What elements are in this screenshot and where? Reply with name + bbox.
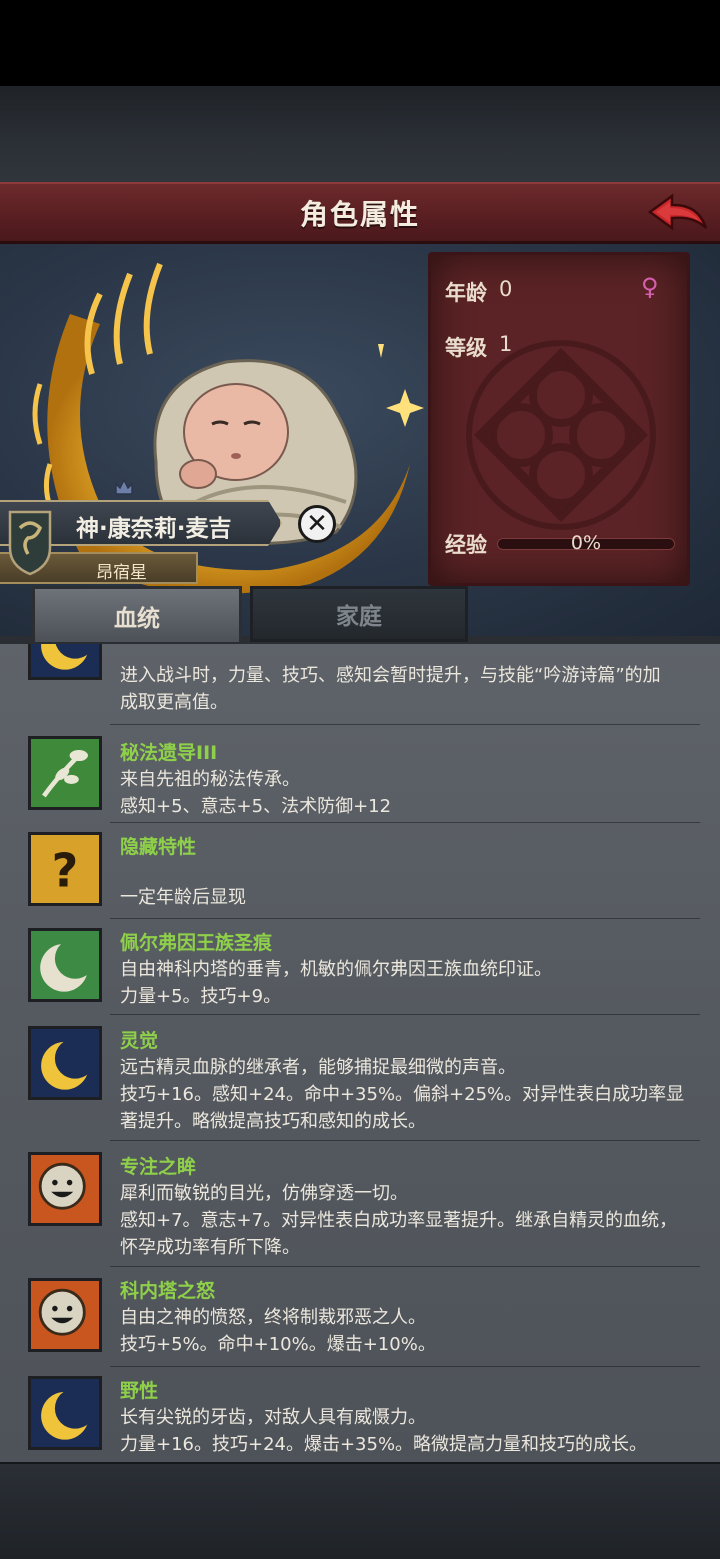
age-value: 0 (499, 277, 513, 301)
trait-desc: 长有尖锐的牙齿，对敌人具有威慑力。 (120, 1407, 426, 1428)
tab-bloodline-label: 血统 (114, 605, 160, 632)
branch-icon (28, 736, 102, 810)
moon-crest-icon (28, 644, 102, 680)
svg-text:?: ? (52, 843, 79, 897)
divider (110, 1140, 700, 1141)
page-title: 角色属性 (299, 197, 420, 231)
trait-desc: 自由神科内塔的垂青，机敏的佩尔弗因王族血统印证。 (120, 959, 552, 980)
trait-name: 科内塔之怒 (120, 1280, 216, 1302)
level-row: 等级 1 (445, 332, 512, 362)
trait-desc: 一定年龄后显现 (120, 887, 246, 908)
tab-family-label: 家庭 (336, 604, 382, 630)
trait-desc: 力量+5。技巧+9。 (120, 986, 282, 1007)
back-arrow-icon[interactable] (646, 190, 712, 238)
age-label: 年龄 (445, 281, 487, 305)
crescent-claw-icon (28, 928, 102, 1002)
trait-desc: 自由之神的愤怒，终将制裁邪恶之人。 (120, 1307, 426, 1328)
trait-desc: 成取更高值。 (120, 692, 228, 713)
sun-face-icon (28, 1152, 102, 1226)
age-row: 年龄 0 (445, 277, 512, 307)
crown-icon (115, 478, 133, 495)
dismiss-button[interactable]: ✕ (298, 505, 336, 543)
celtic-knot-icon (466, 340, 656, 530)
divider (110, 822, 700, 823)
trait-name: 灵觉 (120, 1030, 159, 1052)
trait-desc: 进入战斗时，力量、技巧、感知会暂时提升，与技能“吟游诗篇”的加 (120, 665, 661, 686)
divider (110, 1266, 700, 1267)
exp-bar: 0% (497, 532, 675, 554)
exp-row: 经验 0% (445, 529, 675, 559)
star-sign: 昂宿星 (96, 563, 147, 583)
status-bar-area (0, 0, 720, 86)
trait-desc: 著提升。略微提高技巧和感知的成长。 (120, 1111, 426, 1132)
stone-header-decoration (0, 86, 720, 184)
question-mark-icon: ? (28, 832, 102, 906)
trait-name: 野性 (120, 1380, 159, 1402)
sun-face-icon (28, 1278, 102, 1352)
trait-name: 专注之眸 (120, 1156, 197, 1178)
moon-crest-icon (28, 1026, 102, 1100)
trait-name: 隐藏特性 (120, 836, 197, 858)
trait-desc: 技巧+5%。命中+10%。爆击+10%。 (120, 1334, 436, 1355)
trait-list[interactable]: 进入战斗时，力量、技巧、感知会暂时提升，与技能“吟游诗篇”的加 成取更高值。 秘… (0, 644, 720, 1462)
trait-name: 秘法遗导III (120, 742, 218, 764)
trait-desc: 技巧+16。感知+24。命中+35%。偏斜+25%。对异性表白成功率显 (120, 1084, 685, 1105)
moon-crest-icon (28, 1376, 102, 1450)
level-label: 等级 (445, 336, 487, 360)
trait-desc: 来自先祖的秘法传承。 (120, 769, 300, 790)
divider (110, 724, 700, 725)
trait-desc: 怀孕成功率有所下降。 (120, 1237, 300, 1258)
divider (110, 918, 700, 919)
level-value: 1 (499, 332, 513, 356)
serpent-shield-icon (8, 510, 52, 576)
exp-label: 经验 (445, 533, 487, 557)
bottom-stone-bar (0, 1462, 720, 1559)
trait-desc: 犀利而敏锐的目光，仿佛穿透一切。 (120, 1183, 408, 1204)
tab-family[interactable]: 家庭 (250, 586, 468, 642)
character-name: 神·康奈莉·麦吉 (76, 516, 232, 542)
divider (110, 1014, 700, 1015)
female-symbol-icon: ♀ (641, 273, 659, 301)
trait-name: 佩尔弗因王族圣痕 (120, 932, 273, 954)
stat-panel: 年龄 0 ♀ 等级 1 经验 0% (428, 252, 690, 586)
trait-desc: 远古精灵血脉的继承者，能够捕捉最细微的声音。 (120, 1057, 516, 1078)
tab-bloodline[interactable]: 血统 (32, 586, 242, 642)
trait-desc: 感知+7。意志+7。对异性表白成功率显著提升。继承自精灵的血统， (120, 1210, 678, 1231)
divider (110, 1366, 700, 1367)
tab-bar: 血统 家庭 (0, 586, 720, 644)
exp-value: 0% (570, 532, 602, 554)
trait-desc: 感知+5、意志+5、法术防御+12 (120, 796, 392, 817)
title-bar: 角色属性 (0, 182, 720, 244)
trait-desc: 力量+16。技巧+24。爆击+35%。略微提高力量和技巧的成长。 (120, 1434, 648, 1455)
